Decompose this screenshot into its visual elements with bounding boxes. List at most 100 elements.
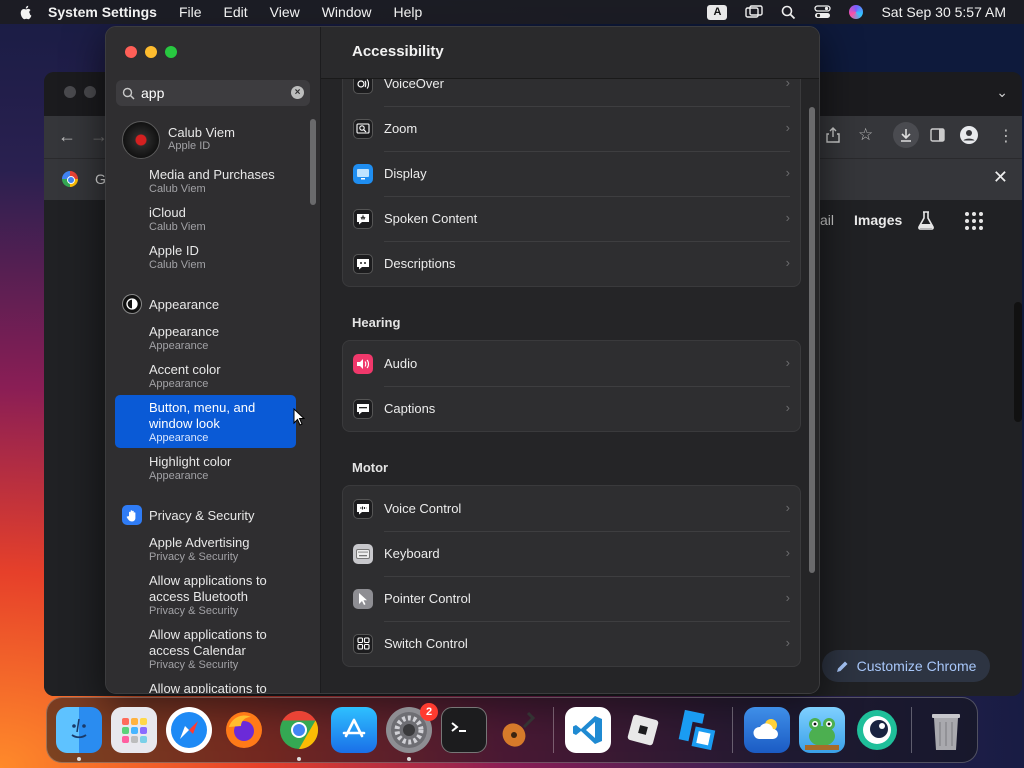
menu-app-name[interactable]: System Settings [48,4,157,20]
chrome-minimize-button[interactable] [84,86,96,98]
dock: 2 [46,697,978,763]
sidebar-item-subtitle: Appearance [149,432,209,444]
sidebar-item-media-purchases[interactable]: Media and Purchases Calub Viem [149,167,329,196]
sidebar-category-appearance[interactable]: Appearance [122,294,219,314]
sidebar-item-bluetooth-access[interactable]: Allow applications to access Bluetooth P… [149,573,289,618]
bookmark-star-icon[interactable]: ☆ [858,125,873,145]
sidebar-item-subtitle: Calub Viem [149,221,206,233]
avatar[interactable] [122,121,160,159]
account-entry[interactable]: Calub Viem Apple ID [168,125,235,152]
row-spoken-content[interactable]: Spoken Content › [343,196,800,241]
sidebar-item-title: Allow applications to access Calendar [149,627,267,658]
dock-app-store[interactable] [331,707,377,753]
dock-trash[interactable] [923,707,969,753]
motor-group: Voice Control › Keyboard › Pointer Contr… [342,485,801,667]
chevron-right-icon: › [785,500,790,515]
menu-window[interactable]: Window [322,4,372,20]
menu-view[interactable]: View [270,4,300,20]
row-pointer-control[interactable]: Pointer Control › [343,576,800,621]
download-button[interactable] [893,122,919,148]
dock-finder[interactable] [56,707,102,761]
menu-file[interactable]: File [179,4,202,20]
side-panel-icon[interactable] [930,128,945,142]
dock-garageband[interactable] [496,707,542,753]
sidebar-item-button-menu-window-look[interactable]: Button, menu, and window look Appearance [115,395,296,448]
clear-search-icon[interactable]: × [291,86,304,99]
dock-roblox-studio[interactable] [675,707,721,753]
main-scrollbar[interactable] [809,107,815,573]
sidebar-item-calendar-access[interactable]: Allow applications to access Calendar Pr… [149,627,289,672]
sidebar-search-field[interactable]: × [116,80,310,106]
images-link[interactable]: Images [854,212,902,228]
sidebar-item-highlight-color[interactable]: Highlight color Appearance [149,454,329,483]
dock-vscode[interactable] [565,707,611,753]
siri-icon[interactable] [849,5,864,19]
sidebar-category-label: Privacy & Security [149,507,255,523]
window-minimize-button[interactable] [145,46,157,58]
safari-compass-icon [171,712,207,748]
control-center-icon[interactable] [814,5,832,19]
google-apps-grid-icon[interactable] [965,212,983,230]
share-icon[interactable] [826,127,840,143]
dock-roblox[interactable] [620,707,666,753]
menubar-clock[interactable]: Sat Sep 30 5:57 AM [881,4,1006,20]
row-display[interactable]: Display › [343,151,800,196]
sidebar-item-accent-color[interactable]: Accent color Appearance [149,362,329,391]
launchpad-icon [122,718,147,743]
window-zoom-button[interactable] [165,46,177,58]
menu-help[interactable]: Help [394,4,423,20]
chevron-right-icon: › [785,255,790,270]
search-input[interactable] [141,85,281,101]
back-arrow-icon[interactable]: ← [58,126,76,147]
row-label: Pointer Control [384,591,471,606]
apple-menu-icon[interactable] [18,4,34,20]
sidebar-item-apple-id[interactable]: Apple ID Calub Viem [149,243,329,272]
more-menu-icon[interactable]: ⋮ [998,126,1014,146]
menu-bar: System Settings File Edit View Window He… [0,0,1024,24]
dock-terminal[interactable] [441,707,487,753]
chrome-close-button[interactable] [64,86,76,98]
gmail-link[interactable]: ail [820,212,834,228]
hearing-group: Audio › Captions › [342,340,801,432]
row-switch-control[interactable]: Switch Control › [343,621,800,666]
dock-chrome[interactable] [276,707,322,761]
settings-main-pane: Accessibility VoiceOver › Zoom › Display… [321,27,819,693]
sidebar-item-partial[interactable]: Allow applications to [149,681,289,693]
menu-edit[interactable]: Edit [224,4,248,20]
sidebar-item-apple-advertising[interactable]: Apple Advertising Privacy & Security [149,535,329,564]
google-nav-links: ail Images [820,212,902,228]
row-keyboard[interactable]: Keyboard › [343,531,800,576]
dock-safari[interactable] [166,707,212,753]
row-descriptions[interactable]: Descriptions › [343,241,800,286]
input-source-icon[interactable]: A [707,4,728,20]
row-voice-control[interactable]: Voice Control › [343,486,800,531]
window-close-button[interactable] [125,46,137,58]
customize-chrome-button[interactable]: Customize Chrome [822,650,990,682]
sidebar-category-privacy-security[interactable]: Privacy & Security [122,505,254,525]
sidebar-item-icloud[interactable]: iCloud Calub Viem [149,205,329,234]
labs-flask-icon[interactable] [916,210,936,230]
chrome-scrollbar[interactable] [1014,302,1022,422]
dock-frogger[interactable] [799,707,845,753]
sidebar-item-subtitle: Appearance [149,470,209,482]
row-captions[interactable]: Captions › [343,386,800,431]
dock-firefox[interactable] [221,707,267,753]
chevron-down-icon[interactable]: ⌄ [996,84,1008,101]
spotlight-search-icon[interactable] [781,5,796,20]
sidebar-item-title: Button, menu, and window look [149,400,256,431]
dock-comet[interactable] [854,707,900,753]
speaker-icon [353,353,373,374]
dock-weather[interactable] [744,707,790,753]
settings-sidebar: × Calub Viem Apple ID Media and Purchase… [106,27,321,693]
row-zoom[interactable]: Zoom › [343,106,800,151]
dock-launchpad[interactable] [111,707,157,753]
screen-mirroring-icon[interactable] [745,5,764,19]
hand-icon [122,505,142,525]
close-icon[interactable]: ✕ [993,167,1008,188]
row-label: Voice Control [384,501,462,516]
dock-system-settings[interactable]: 2 [386,703,438,761]
sidebar-item-appearance[interactable]: Appearance Appearance [149,324,329,353]
page-title: Accessibility [352,43,444,60]
row-audio[interactable]: Audio › [343,341,800,386]
profile-icon[interactable] [960,126,978,144]
